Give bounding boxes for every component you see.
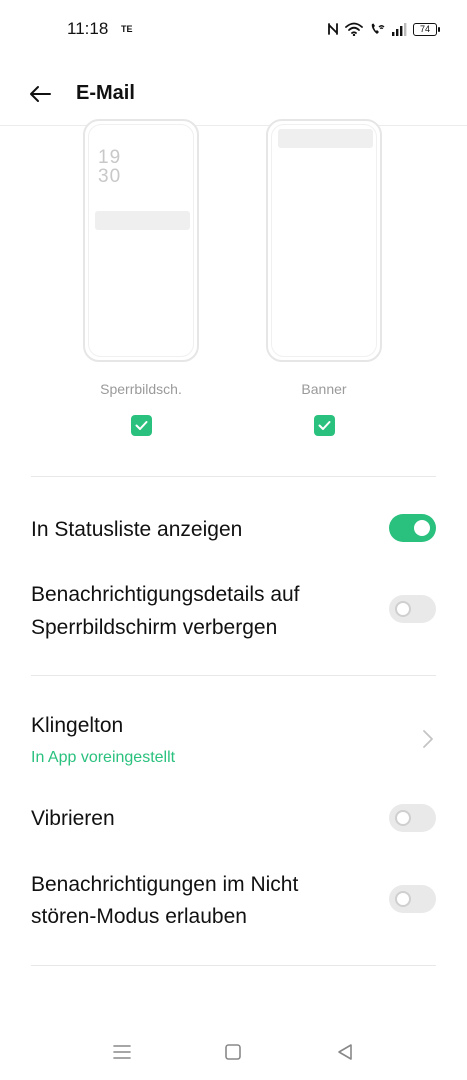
status-time: 11:18 <box>67 19 109 38</box>
page-title: E-Mail <box>76 82 135 104</box>
lockscreen-preview-phone[interactable]: 19 30 <box>83 119 199 362</box>
chevron-right-icon <box>423 730 433 748</box>
divider <box>31 476 436 477</box>
lockscreen-notification-placeholder <box>95 211 190 230</box>
dnd-label-line2: stören-Modus erlauben <box>31 905 247 928</box>
nfc-icon <box>328 23 338 35</box>
recents-button[interactable] <box>110 1040 134 1064</box>
divider <box>31 675 436 676</box>
hide-details-label-line2: Sperrbildschirm verbergen <box>31 616 278 639</box>
vibrate-toggle[interactable] <box>389 804 436 832</box>
wifi-calling-icon <box>371 23 385 34</box>
status-icons: 74 <box>327 19 440 39</box>
banner-preview-phone[interactable] <box>266 119 382 362</box>
status-bar: 11:18 TE 74 <box>0 0 467 60</box>
banner-checkbox[interactable] <box>314 415 335 436</box>
toggle-knob <box>395 891 411 907</box>
ringtone-value: In App voreingestellt <box>31 749 176 766</box>
app-bar: E-Mail <box>0 60 467 126</box>
hide-details-label-line1: Benachrichtigungsdetails auf <box>31 583 300 606</box>
toggle-knob <box>395 601 411 617</box>
back-triangle-icon <box>338 1044 352 1060</box>
checkmark-icon <box>135 421 148 430</box>
nav-back-button[interactable] <box>333 1040 357 1064</box>
ringtone-label: Klingelton <box>31 714 124 737</box>
lockscreen-clock: 19 30 <box>98 148 121 186</box>
toggle-knob <box>414 520 430 536</box>
clock-hours: 19 <box>98 147 122 168</box>
home-icon <box>225 1044 241 1060</box>
toggle-knob <box>395 810 411 826</box>
banner-option-label: Banner <box>301 381 347 397</box>
dnd-label-line1: Benachrichtigungen im Nicht <box>31 873 299 896</box>
clock-minutes: 30 <box>98 166 122 187</box>
battery-icon: 74 <box>413 22 440 36</box>
divider <box>31 965 436 966</box>
menu-icon <box>113 1045 131 1059</box>
status-carrier: TE <box>121 24 133 34</box>
banner-notification-placeholder <box>278 129 373 148</box>
hide-details-toggle[interactable] <box>389 595 436 623</box>
status-list-label: In Statusliste anzeigen <box>31 518 243 541</box>
system-nav-bar <box>0 1030 467 1074</box>
dnd-toggle[interactable] <box>389 885 436 913</box>
status-list-toggle[interactable] <box>389 514 436 542</box>
lockscreen-checkbox[interactable] <box>131 415 152 436</box>
lockscreen-option-label: Sperrbildsch. <box>100 381 182 397</box>
checkmark-icon <box>318 421 331 430</box>
notification-style-preview: 19 30 Sperrbildsch. Banner <box>0 119 467 447</box>
back-button[interactable] <box>22 76 58 112</box>
signal-icon <box>392 23 407 36</box>
vibrate-label: Vibrieren <box>31 807 115 830</box>
arrow-left-icon <box>30 86 51 102</box>
wifi-icon <box>345 22 363 36</box>
home-button[interactable] <box>221 1040 245 1064</box>
